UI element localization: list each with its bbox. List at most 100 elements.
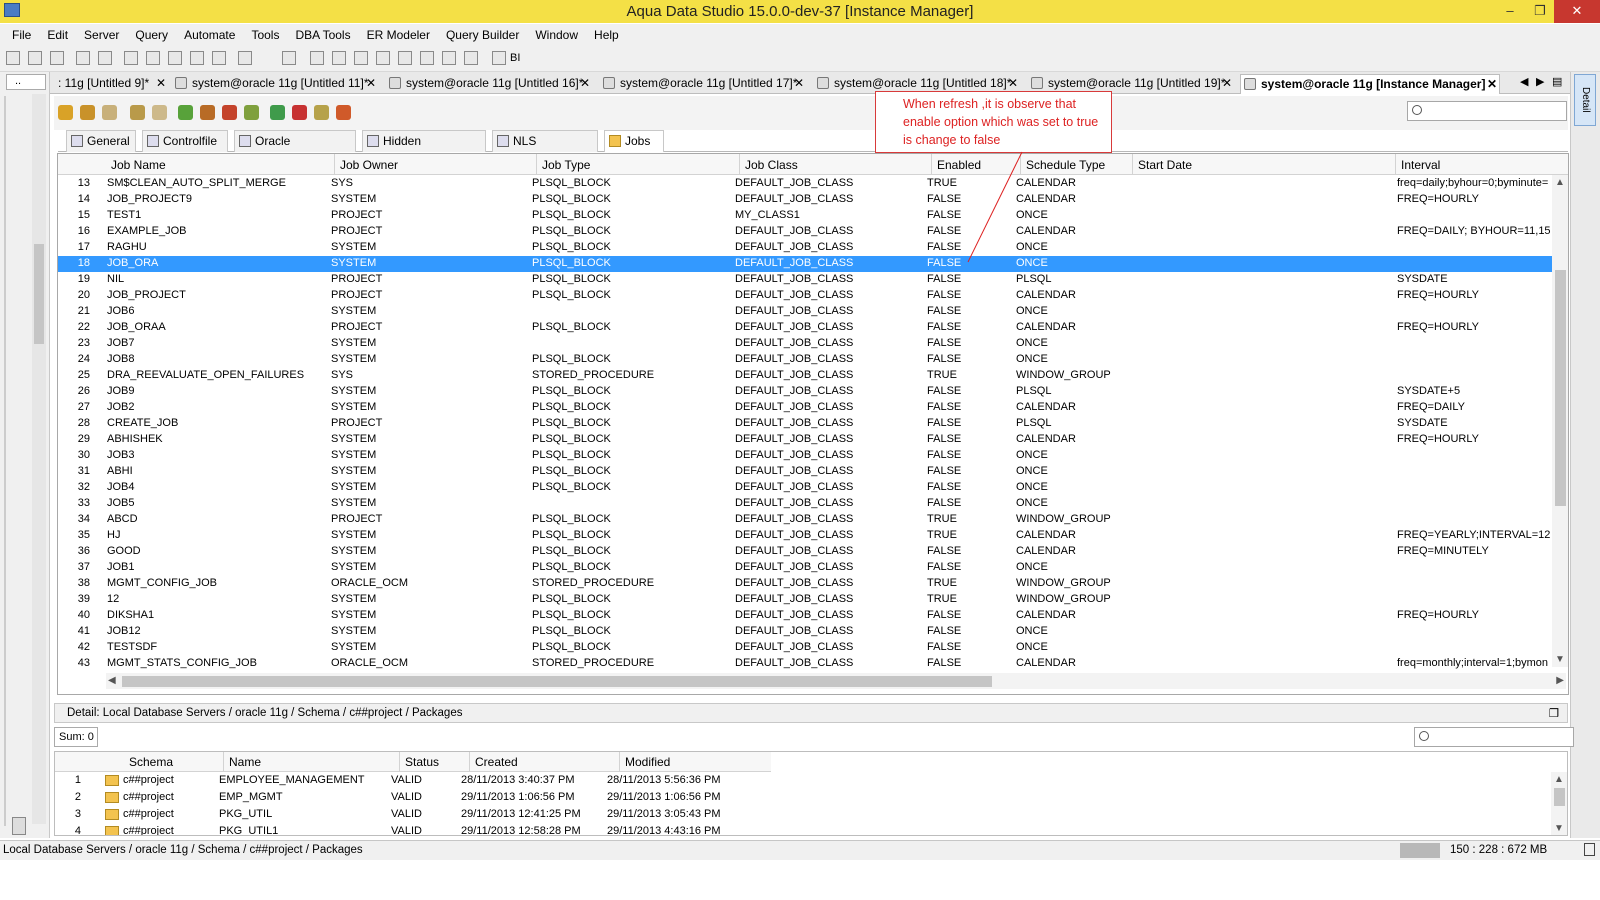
table-data-icon[interactable] (168, 51, 182, 65)
cell-job-type[interactable]: PLSQL_BLOCK (532, 289, 732, 301)
refresh-icon[interactable] (58, 105, 73, 120)
scroll-down-icon[interactable]: ▼ (1555, 654, 1565, 665)
header-job-name[interactable]: Job Name (111, 158, 166, 172)
cell-created[interactable]: 29/11/2013 12:41:25 PM (461, 808, 609, 820)
cell-job-owner[interactable]: SYSTEM (331, 625, 527, 637)
cell-job-class[interactable]: DEFAULT_JOB_CLASS (735, 577, 925, 589)
run-job-icon[interactable] (244, 105, 259, 120)
table-row[interactable]: 3 c##project PKG_UTIL VALID 29/11/2013 12:41… (55, 807, 771, 824)
cell-row-number[interactable]: 26 (60, 385, 90, 397)
cell-name[interactable]: EMP_MGMT (219, 791, 395, 803)
cell-job-class[interactable]: DEFAULT_JOB_CLASS (735, 225, 925, 237)
cell-modified[interactable]: 29/11/2013 4:43:16 PM (607, 825, 767, 835)
cell-schedule-type[interactable]: WINDOW_GROUP (1016, 577, 1128, 589)
cell-schedule-type[interactable]: CALENDAR (1016, 545, 1128, 557)
table-row[interactable]: 28 CREATE_JOB PROJECT PLSQL_BLOCK DEFAULT_JO… (58, 416, 1554, 432)
column-divider[interactable] (399, 752, 400, 772)
table-row[interactable]: 22 JOB_ORAA PROJECT PLSQL_BLOCK DEFAULT_JOB_… (58, 320, 1554, 336)
menu-query-builder[interactable]: Query Builder (438, 28, 527, 42)
cell-job-type[interactable]: STORED_PROCEDURE (532, 577, 732, 589)
cell-job-class[interactable]: DEFAULT_JOB_CLASS (735, 337, 925, 349)
cell-job-type[interactable]: PLSQL_BLOCK (532, 513, 732, 525)
header-job-owner[interactable]: Job Owner (340, 158, 398, 172)
cell-job-class[interactable]: DEFAULT_JOB_CLASS (735, 433, 925, 445)
cell-schedule-type[interactable]: ONCE (1016, 241, 1128, 253)
cell-job-class[interactable]: DEFAULT_JOB_CLASS (735, 465, 925, 477)
cell-job-name[interactable]: ABCD (107, 513, 327, 525)
cell-job-owner[interactable]: SYSTEM (331, 561, 527, 573)
cell-interval[interactable]: FREQ=HOURLY (1397, 433, 1554, 445)
packages-vertical-scrollbar[interactable]: ▲ ▼ (1551, 772, 1567, 835)
cell-row-number[interactable]: 33 (60, 497, 90, 509)
cell-job-owner[interactable]: SYSTEM (331, 593, 527, 605)
menu-dba-tools[interactable]: DBA Tools (287, 28, 358, 42)
table-row[interactable]: 38 MGMT_CONFIG_JOB ORACLE_OCM STORED_PROCED… (58, 576, 1554, 592)
table-row[interactable]: 41 JOB12 SYSTEM PLSQL_BLOCK DEFAULT_JOB_CLAS… (58, 624, 1554, 640)
cell-interval[interactable]: SYSDATE (1397, 417, 1554, 429)
cell-job-owner[interactable]: PROJECT (331, 321, 527, 333)
cell-job-class[interactable]: DEFAULT_JOB_CLASS (735, 449, 925, 461)
cell-job-type[interactable]: PLSQL_BLOCK (532, 177, 732, 189)
cell-job-name[interactable]: TESTSDF (107, 641, 327, 653)
cell-row-number[interactable]: 29 (60, 433, 90, 445)
cell-job-name[interactable]: JOB_ORA (107, 257, 327, 269)
cell-job-name[interactable]: JOB_PROJECT (107, 289, 327, 301)
cell-status[interactable]: VALID (391, 808, 461, 820)
cell-job-owner[interactable]: ORACLE_OCM (331, 657, 527, 669)
copy-job-icon[interactable] (102, 105, 117, 120)
cell-row-number[interactable]: 3 (57, 808, 81, 820)
table-row[interactable]: 24 JOB8 SYSTEM PLSQL_BLOCK DEFAULT_JOB_CLASS… (58, 352, 1554, 368)
cell-job-type[interactable]: PLSQL_BLOCK (532, 433, 732, 445)
cell-schedule-type[interactable]: ONCE (1016, 257, 1128, 269)
cell-row-number[interactable]: 22 (60, 321, 90, 333)
cell-job-name[interactable]: DIKSHA1 (107, 609, 327, 621)
cell-job-class[interactable]: DEFAULT_JOB_CLASS (735, 241, 925, 253)
cell-interval[interactable]: FREQ=DAILY (1397, 401, 1554, 413)
column-divider[interactable] (223, 752, 224, 772)
cell-enabled[interactable]: TRUE (927, 513, 1013, 525)
cell-job-owner[interactable]: SYSTEM (331, 353, 527, 365)
column-divider[interactable] (619, 752, 620, 772)
cell-job-owner[interactable]: PROJECT (331, 417, 527, 429)
cell-row-number[interactable]: 31 (60, 465, 90, 477)
left-scroll-thumb[interactable] (34, 244, 44, 344)
table-row[interactable]: 33 JOB5 SYSTEM DEFAULT_JOB_CLASS FALSE ONCE (58, 496, 1554, 512)
jobs-horizontal-scroll-thumb[interactable] (122, 676, 992, 687)
column-divider[interactable] (334, 154, 335, 175)
minimize-icon[interactable]: – (1495, 0, 1525, 23)
header-schema[interactable]: Schema (129, 755, 173, 769)
cell-job-class[interactable]: DEFAULT_JOB_CLASS (735, 353, 925, 365)
cell-schedule-type[interactable]: CALENDAR (1016, 193, 1128, 205)
cell-job-class[interactable]: DEFAULT_JOB_CLASS (735, 561, 925, 573)
cell-job-owner[interactable]: SYSTEM (331, 305, 527, 317)
cell-enabled[interactable]: FALSE (927, 481, 1013, 493)
cell-modified[interactable]: 29/11/2013 1:06:56 PM (607, 791, 767, 803)
table-row[interactable]: 16 EXAMPLE_JOB PROJECT PLSQL_BLOCK DEFAULT_J… (58, 224, 1554, 240)
menu-er-modeler[interactable]: ER Modeler (359, 28, 438, 42)
cell-interval[interactable]: FREQ=HOURLY (1397, 193, 1554, 205)
cell-schedule-type[interactable]: CALENDAR (1016, 321, 1128, 333)
cell-schedule-type[interactable]: PLSQL (1016, 273, 1128, 285)
table-row[interactable]: 19 NIL PROJECT PLSQL_BLOCK DEFAULT_JOB_CLASS… (58, 272, 1554, 288)
cell-interval[interactable]: FREQ=HOURLY (1397, 321, 1554, 333)
layout-3-icon[interactable] (354, 51, 368, 65)
schema-browser-icon[interactable] (190, 51, 204, 65)
cell-schedule-type[interactable]: PLSQL (1016, 417, 1128, 429)
cell-job-owner[interactable]: SYSTEM (331, 529, 527, 541)
cell-job-owner[interactable]: SYSTEM (331, 449, 527, 461)
cell-row-number[interactable]: 14 (60, 193, 90, 205)
cell-job-name[interactable]: JOB3 (107, 449, 327, 461)
scroll-up-icon[interactable]: ▲ (1554, 774, 1564, 785)
table-row-selected[interactable]: 18 JOB_ORA SYSTEM PLSQL_BLOCK DEFAULT_JOB_CL… (58, 256, 1554, 272)
scroll-up-icon[interactable]: ▲ (1555, 177, 1565, 188)
cell-job-class[interactable]: DEFAULT_JOB_CLASS (735, 513, 925, 525)
cell-row-number[interactable]: 24 (60, 353, 90, 365)
cell-schedule-type[interactable]: WINDOW_GROUP (1016, 369, 1128, 381)
scroll-left-icon[interactable]: ◀ (108, 675, 116, 686)
table-row[interactable]: 23 JOB7 SYSTEM DEFAULT_JOB_CLASS FALSE ONCE (58, 336, 1554, 352)
cell-job-name[interactable]: JOB7 (107, 337, 327, 349)
cell-job-class[interactable]: DEFAULT_JOB_CLASS (735, 385, 925, 397)
cell-job-class[interactable]: DEFAULT_JOB_CLASS (735, 305, 925, 317)
close-icon[interactable]: ✕ (580, 74, 590, 92)
cell-enabled[interactable]: TRUE (927, 529, 1013, 541)
